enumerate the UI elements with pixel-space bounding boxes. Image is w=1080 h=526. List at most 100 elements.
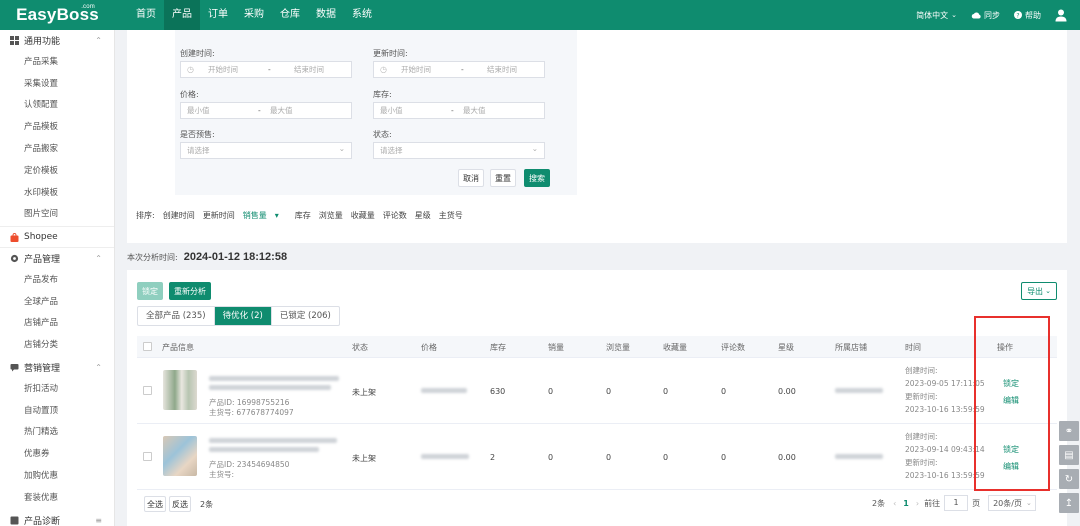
- sort-rating[interactable]: 星级: [415, 210, 431, 221]
- stock-label: 库存:: [373, 90, 392, 99]
- sidebar-group-diagnosis[interactable]: 产品诊断 ≡: [0, 510, 114, 526]
- tab-to-optimize[interactable]: 待优化 (2): [214, 307, 272, 325]
- sidebar-item-addon-deal[interactable]: 加购优惠: [0, 466, 114, 488]
- product-thumbnail[interactable]: [163, 370, 197, 410]
- sidebar-item-pricing-template[interactable]: 定价模板: [0, 161, 114, 183]
- invert-selection-button[interactable]: 反选: [169, 496, 191, 512]
- sort-reviews[interactable]: 评论数: [383, 210, 407, 221]
- page-size-select[interactable]: 20条/页 ⌄: [988, 495, 1037, 511]
- sidebar-item-coupon[interactable]: 优惠券: [0, 444, 114, 466]
- sidebar-item-watermark-template[interactable]: 水印模板: [0, 183, 114, 205]
- lock-button[interactable]: 锁定: [137, 282, 163, 300]
- tab-locked[interactable]: 已锁定 (206): [272, 307, 339, 325]
- product-thumbnail[interactable]: [163, 436, 197, 476]
- sidebar-item-hot-picks[interactable]: 热门精选: [0, 422, 114, 444]
- row-checkbox[interactable]: [143, 452, 152, 461]
- next-page-icon[interactable]: ›: [916, 499, 919, 508]
- highlight-box: [974, 316, 1050, 491]
- sidebar-group-label: 通用功能: [24, 37, 61, 48]
- user-avatar[interactable]: [1055, 9, 1070, 22]
- sort-sales[interactable]: 销售量 ▾: [243, 210, 287, 221]
- sidebar-item-store-categories[interactable]: 店铺分类: [0, 335, 114, 357]
- prev-page-icon[interactable]: ‹: [893, 499, 896, 508]
- nav-home[interactable]: 首页: [128, 0, 164, 30]
- stock-max-placeholder: 最大值: [463, 106, 486, 115]
- diagnosis-icon: [10, 516, 19, 525]
- sidebar-item-collect[interactable]: 产品采集: [0, 52, 114, 74]
- refresh-icon[interactable]: ↻: [1059, 469, 1079, 489]
- product-title-redacted[interactable]: [209, 376, 339, 381]
- stock-range[interactable]: 最小值 - 最大值: [373, 102, 545, 119]
- sidebar-item-bundle-deal[interactable]: 套装优惠: [0, 488, 114, 510]
- sidebar-group-marketing[interactable]: 营销管理 ⌃: [0, 357, 114, 379]
- presale-select[interactable]: 请选择 ⌄: [180, 142, 352, 159]
- search-button[interactable]: 搜索: [524, 169, 550, 187]
- current-page[interactable]: 1: [903, 499, 909, 508]
- sort-created-time[interactable]: 创建时间: [163, 210, 195, 221]
- sidebar-item-auto-top[interactable]: 自动置顶: [0, 401, 114, 423]
- sort-sales-label: 销售量: [242, 211, 267, 220]
- sidebar-item-global-products[interactable]: 全球产品: [0, 292, 114, 314]
- svg-text:?: ?: [1016, 12, 1019, 19]
- nav-data[interactable]: 数据: [308, 0, 344, 30]
- updated-time-label: 更新时间:: [905, 458, 938, 467]
- sidebar-item-product-publish[interactable]: 产品发布: [0, 270, 114, 292]
- sidebar-item-store-products[interactable]: 店铺产品: [0, 313, 114, 335]
- chevron-down-icon: ⌄: [1025, 499, 1032, 507]
- row-checkbox[interactable]: [143, 386, 152, 395]
- col-views: 浏览量: [606, 343, 630, 352]
- export-label: 导出: [1027, 286, 1044, 296]
- reset-button[interactable]: 重置: [490, 169, 516, 187]
- select-all-checkbox[interactable]: [143, 342, 152, 351]
- product-title-redacted[interactable]: [209, 438, 337, 443]
- sidebar-item-collect-settings[interactable]: 采集设置: [0, 74, 114, 96]
- menu-icon: ≡: [95, 515, 102, 525]
- cancel-button[interactable]: 取消: [458, 169, 484, 187]
- export-button[interactable]: 导出 ⌄: [1021, 282, 1057, 300]
- sort-stock[interactable]: 库存: [295, 210, 311, 221]
- table-row: 产品ID: 16998755216 主货号: 677678774097 未上架 …: [137, 358, 1057, 424]
- status-select[interactable]: 请选择 ⌄: [373, 142, 545, 159]
- sidebar-item-product-move[interactable]: 产品搬家: [0, 139, 114, 161]
- sidebar-group-product-mgmt[interactable]: 产品管理 ⌃: [0, 248, 114, 270]
- headset-icon[interactable]: ⚭: [1059, 421, 1079, 441]
- sync-button[interactable]: 同步: [971, 10, 1000, 21]
- help-button[interactable]: ? 帮助: [1014, 10, 1041, 21]
- tab-all-products[interactable]: 全部产品 (235): [138, 307, 215, 325]
- col-store: 所属店铺: [835, 343, 867, 352]
- select-all-button[interactable]: 全选: [144, 496, 166, 512]
- sidebar-item-discount[interactable]: 折扣活动: [0, 379, 114, 401]
- gear-icon: [10, 255, 19, 263]
- row-rating: 0.00: [778, 453, 796, 462]
- nav-warehouse[interactable]: 仓库: [272, 0, 308, 30]
- sidebar-group-general[interactable]: 通用功能 ⌃: [0, 30, 114, 52]
- sort-updated-time[interactable]: 更新时间: [203, 210, 235, 221]
- page-unit: 页: [972, 498, 981, 508]
- price-min-placeholder: 最小值: [187, 106, 210, 115]
- book-icon[interactable]: ▤: [1059, 445, 1079, 465]
- reanalyze-button[interactable]: 重新分析: [169, 282, 211, 300]
- sort-bar: 排序: 创建时间 更新时间 销售量 ▾ 库存 浏览量 收藏量 评论数 星级 主货号: [136, 210, 471, 221]
- language-switch[interactable]: 简体中文 ⌄: [916, 10, 957, 21]
- updated-time-range[interactable]: ◷ 开始时间 - 结束时间: [373, 61, 545, 78]
- sort-sku[interactable]: 主货号: [439, 210, 463, 221]
- logo[interactable]: EasyBoss .com: [0, 0, 115, 30]
- nav-product[interactable]: 产品: [164, 0, 200, 30]
- col-status: 状态: [352, 343, 368, 352]
- created-time-label: 创建时间:: [905, 432, 938, 441]
- nav-order[interactable]: 订单: [200, 0, 236, 30]
- back-to-top-icon[interactable]: ↥: [1059, 493, 1079, 513]
- price-max-placeholder: 最大值: [270, 106, 293, 115]
- price-range[interactable]: 最小值 - 最大值: [180, 102, 352, 119]
- sidebar-item-claim-config[interactable]: 认领配置: [0, 95, 114, 117]
- created-time-range[interactable]: ◷ 开始时间 - 结束时间: [180, 61, 352, 78]
- goto-page-input[interactable]: 1: [944, 495, 969, 511]
- nav-purchase[interactable]: 采购: [236, 0, 272, 30]
- sidebar-item-product-template[interactable]: 产品模板: [0, 117, 114, 139]
- sort-views[interactable]: 浏览量: [319, 210, 343, 221]
- sort-favorites[interactable]: 收藏量: [351, 210, 375, 221]
- sidebar-group-shopee[interactable]: Shopee: [0, 226, 114, 248]
- sidebar-item-image-space[interactable]: 图片空间: [0, 204, 114, 226]
- nav-system[interactable]: 系统: [344, 0, 380, 30]
- clock-icon: ◷: [187, 65, 194, 74]
